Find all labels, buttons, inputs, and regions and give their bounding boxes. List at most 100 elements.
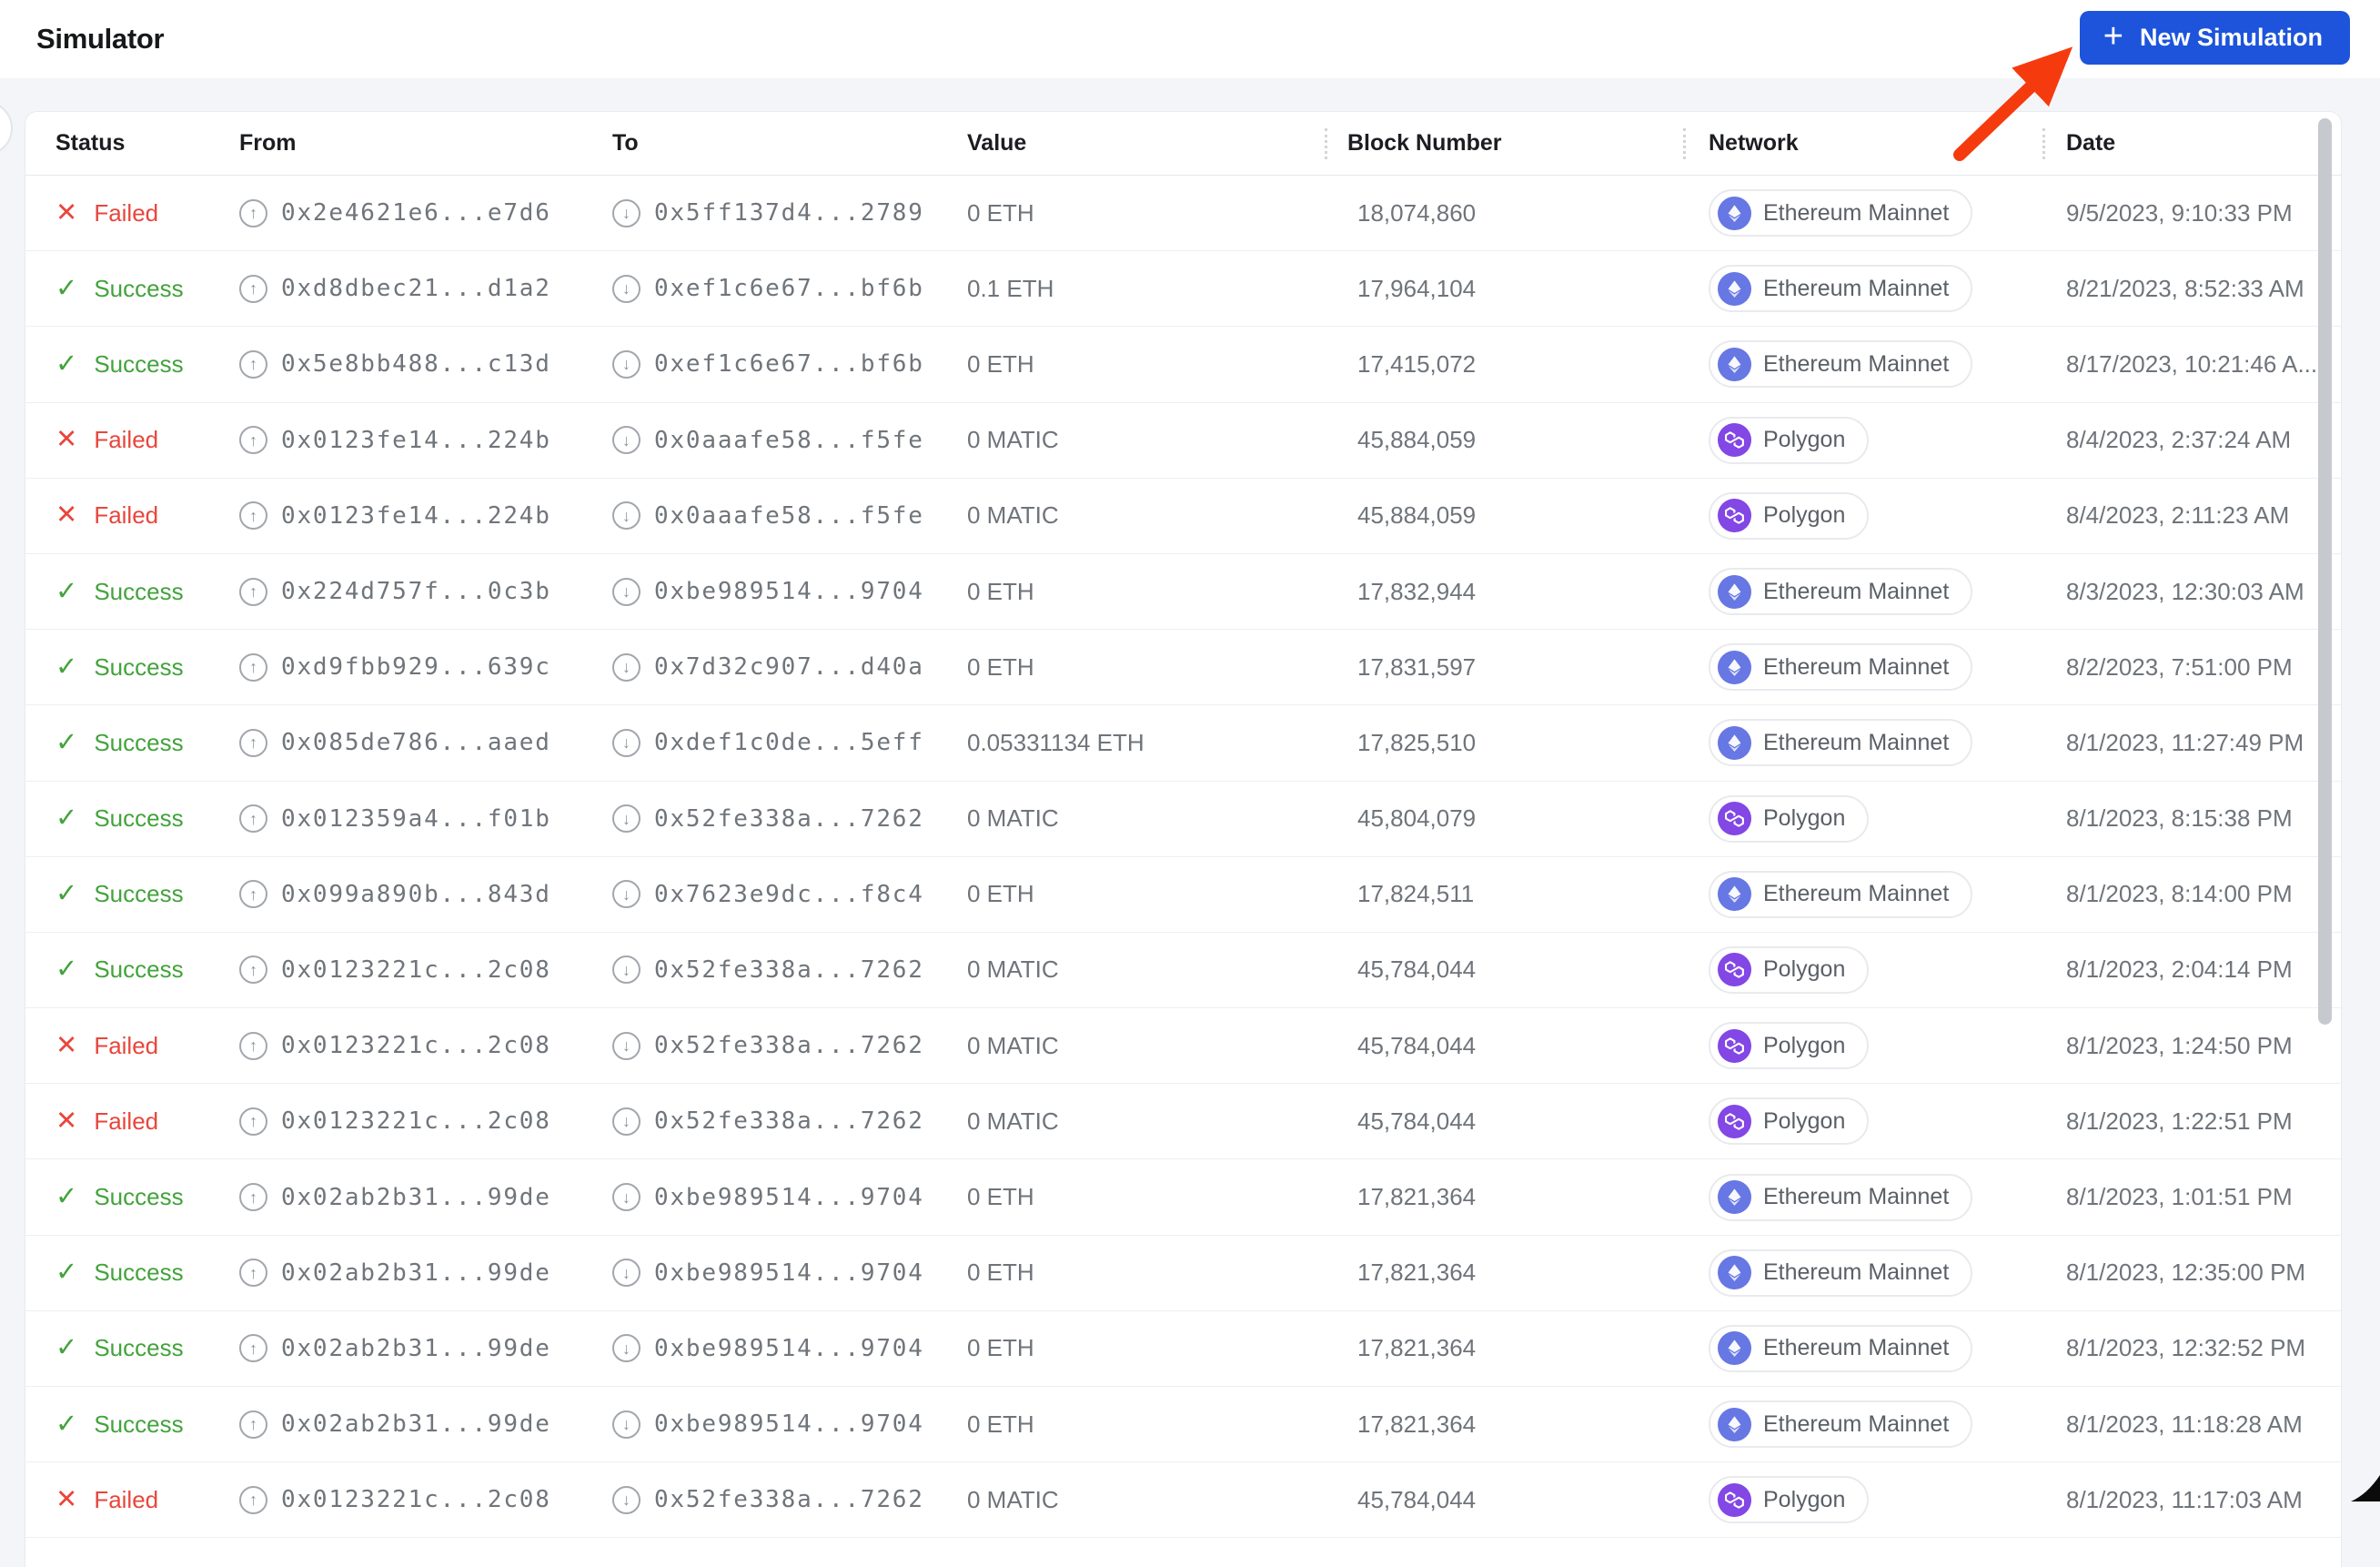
table-row[interactable]: ✕ Failed ↑ 0x2e4621e6...e7d6 ↓ 0x5ff137d…: [25, 176, 2341, 252]
table-row[interactable]: ✓ Success ↑ 0x02ab2b31...99de ↓ 0xbe9895…: [25, 1310, 2341, 1387]
date-cell: 8/1/2023, 11:27:49 PM: [2066, 728, 2304, 756]
status-label: Success: [94, 577, 184, 605]
value-cell: 0 ETH: [967, 577, 1034, 605]
network-cell: Ethereum Mainnet: [1683, 1400, 2042, 1449]
network-cell: Ethereum Mainnet: [1683, 719, 2042, 767]
status-label: Success: [94, 880, 184, 908]
status-label: Success: [94, 349, 184, 378]
sent-from-icon: ↑: [239, 1183, 267, 1212]
network-label: Ethereum Mainnet: [1763, 350, 1950, 377]
sent-from-icon: ↑: [239, 1107, 267, 1136]
ethereum-icon: [1718, 271, 1751, 306]
date-cell: 8/1/2023, 11:18:28 AM: [2066, 1410, 2303, 1438]
to-cell: ↓ 0xbe989514...9704: [612, 577, 967, 606]
network-label: Ethereum Mainnet: [1763, 1335, 1950, 1361]
status-icon: ✓: [55, 652, 78, 682]
table-row[interactable]: ✓ Success ↑ 0x224d757f...0c3b ↓ 0xbe9895…: [25, 553, 2341, 631]
column-header-block-number[interactable]: Block Number: [1325, 130, 1683, 157]
block-number-cell: 17,415,072: [1357, 349, 1477, 378]
date-cell: 8/4/2023, 2:11:23 AM: [2066, 501, 2290, 530]
sent-from-icon: ↑: [239, 1410, 267, 1439]
sent-to-icon: ↓: [612, 728, 640, 757]
to-address: 0x7623e9dc...f8c4: [654, 880, 924, 908]
vertical-scrollbar[interactable]: [2318, 118, 2332, 1025]
to-address: 0xbe989514...9704: [654, 1334, 924, 1362]
status-icon: ✓: [55, 1409, 78, 1439]
table-row[interactable]: ✕ Failed ↑ 0x0123221c...2c08 ↓ 0x52fe338…: [25, 1462, 2341, 1539]
network-cell: Polygon: [1683, 1022, 2042, 1070]
page-title: Simulator: [36, 23, 165, 55]
from-cell: ↑ 0xd9fbb929...639c: [239, 652, 612, 682]
from-cell: ↑ 0x0123221c...2c08: [239, 1107, 612, 1136]
sent-to-icon: ↓: [612, 501, 640, 531]
network-badge: Ethereum Mainnet: [1709, 568, 1973, 616]
value-cell: 0 MATIC: [967, 1031, 1059, 1059]
ethereum-icon: [1718, 877, 1751, 912]
to-cell: ↓ 0xbe989514...9704: [612, 1334, 967, 1363]
to-address: 0xef1c6e67...bf6b: [654, 275, 924, 303]
network-label: Ethereum Mainnet: [1763, 275, 1950, 301]
status-cell: ✕ Failed: [55, 1032, 239, 1060]
table-row[interactable]: ✕ Failed ↑ 0x0123221c...2c08 ↓ 0x52fe338…: [25, 1084, 2341, 1160]
table-row[interactable]: ✓ Success ↑ 0x5e8bb488...c13d ↓ 0xef1c6e…: [25, 327, 2341, 403]
sent-from-icon: ↑: [239, 880, 267, 909]
network-badge: Polygon: [1709, 491, 1870, 540]
sent-to-icon: ↓: [612, 1183, 640, 1212]
table-row[interactable]: ✓ Success ↑ 0x0123221c...2c08 ↓ 0x52fe33…: [25, 932, 2341, 1009]
status-label: Success: [94, 804, 184, 833]
new-simulation-button[interactable]: + New Simulation: [2079, 11, 2350, 65]
table-row[interactable]: ✓ Success ↑ 0x085de786...aaed ↓ 0xdef1c0…: [25, 705, 2341, 782]
sent-from-icon: ↑: [239, 198, 267, 227]
from-cell: ↑ 0x2e4621e6...e7d6: [239, 198, 612, 227]
network-cell: Polygon: [1683, 1476, 2042, 1524]
status-cell: ✕ Failed: [55, 199, 239, 227]
from-address: 0x02ab2b31...99de: [281, 1259, 551, 1287]
from-address: 0x085de786...aaed: [281, 729, 551, 757]
date-cell: 8/1/2023, 1:24:50 PM: [2066, 1031, 2293, 1059]
table-row[interactable]: ✕ Failed ↑ 0x0123fe14...224b ↓ 0x0aaafe5…: [25, 402, 2341, 479]
network-badge: Ethereum Mainnet: [1709, 719, 1973, 767]
from-cell: ↑ 0x02ab2b31...99de: [239, 1410, 612, 1439]
table-row[interactable]: ✓ Success ↑ 0x02ab2b31...99de ↓ 0xbe9895…: [25, 1235, 2341, 1311]
table-row[interactable]: ✓ Success ↑ 0xd9fbb929...639c ↓ 0x7d32c9…: [25, 630, 2341, 706]
status-icon: ✓: [55, 349, 78, 379]
status-cell: ✓ Success: [55, 1410, 239, 1439]
status-cell: ✕ Failed: [55, 426, 239, 454]
table-header-row: Status From To Value Block Number Networ…: [25, 112, 2341, 176]
column-header-network[interactable]: Network: [1683, 130, 2042, 157]
network-label: Ethereum Mainnet: [1763, 729, 1950, 755]
block-number-cell: 17,825,510: [1357, 728, 1477, 756]
sent-from-icon: ↑: [239, 1259, 267, 1288]
collapsed-side-toggle[interactable]: [0, 101, 13, 156]
status-icon: ✓: [55, 576, 78, 606]
to-address: 0x52fe338a...7262: [654, 804, 924, 833]
block-number-cell: 45,784,044: [1357, 1485, 1477, 1513]
value-cell: 0 ETH: [967, 1259, 1034, 1287]
sent-to-icon: ↓: [612, 426, 640, 455]
polygon-icon: [1718, 802, 1751, 836]
from-address: 0x2e4621e6...e7d6: [281, 199, 551, 227]
block-number-cell: 17,964,104: [1357, 274, 1477, 302]
table-row[interactable]: ✓ Success ↑ 0x012359a4...f01b ↓ 0x52fe33…: [25, 781, 2341, 857]
sent-from-icon: ↑: [239, 577, 267, 606]
value-cell: 0 MATIC: [967, 804, 1059, 833]
from-cell: ↑ 0xd8dbec21...d1a2: [239, 274, 612, 303]
table-row[interactable]: ✓ Success ↑ 0xd8dbec21...d1a2 ↓ 0xef1c6e…: [25, 251, 2341, 328]
status-label: Success: [94, 1410, 184, 1438]
table-row[interactable]: ✓ Success ↑ 0x099a890b...843d ↓ 0x7623e9…: [25, 856, 2341, 933]
column-header-date[interactable]: Date: [2042, 130, 2341, 157]
network-badge: Polygon: [1709, 1097, 1870, 1146]
network-badge: Polygon: [1709, 1476, 1870, 1524]
from-cell: ↑ 0x085de786...aaed: [239, 728, 612, 757]
table-row[interactable]: ✕ Failed ↑ 0x0123221c...2c08 ↓ 0x52fe338…: [25, 1008, 2341, 1085]
table-row[interactable]: ✕ Failed ↑ 0x0123fe14...224b ↓ 0x0aaafe5…: [25, 478, 2341, 554]
table-row[interactable]: ✓ Success ↑ 0x02ab2b31...99de ↓ 0xbe9895…: [25, 1159, 2341, 1236]
to-cell: ↓ 0xef1c6e67...bf6b: [612, 274, 967, 303]
sent-to-icon: ↓: [612, 1031, 640, 1060]
network-badge: Polygon: [1709, 416, 1870, 464]
table-row[interactable]: ✓ Success ↑ 0x02ab2b31...99de ↓ 0xbe9895…: [25, 1387, 2341, 1463]
to-cell: ↓ 0x0aaafe58...f5fe: [612, 501, 967, 531]
network-label: Polygon: [1763, 1032, 1846, 1058]
to-cell: ↓ 0x52fe338a...7262: [612, 1107, 967, 1136]
block-number-cell: 17,821,364: [1357, 1183, 1477, 1211]
